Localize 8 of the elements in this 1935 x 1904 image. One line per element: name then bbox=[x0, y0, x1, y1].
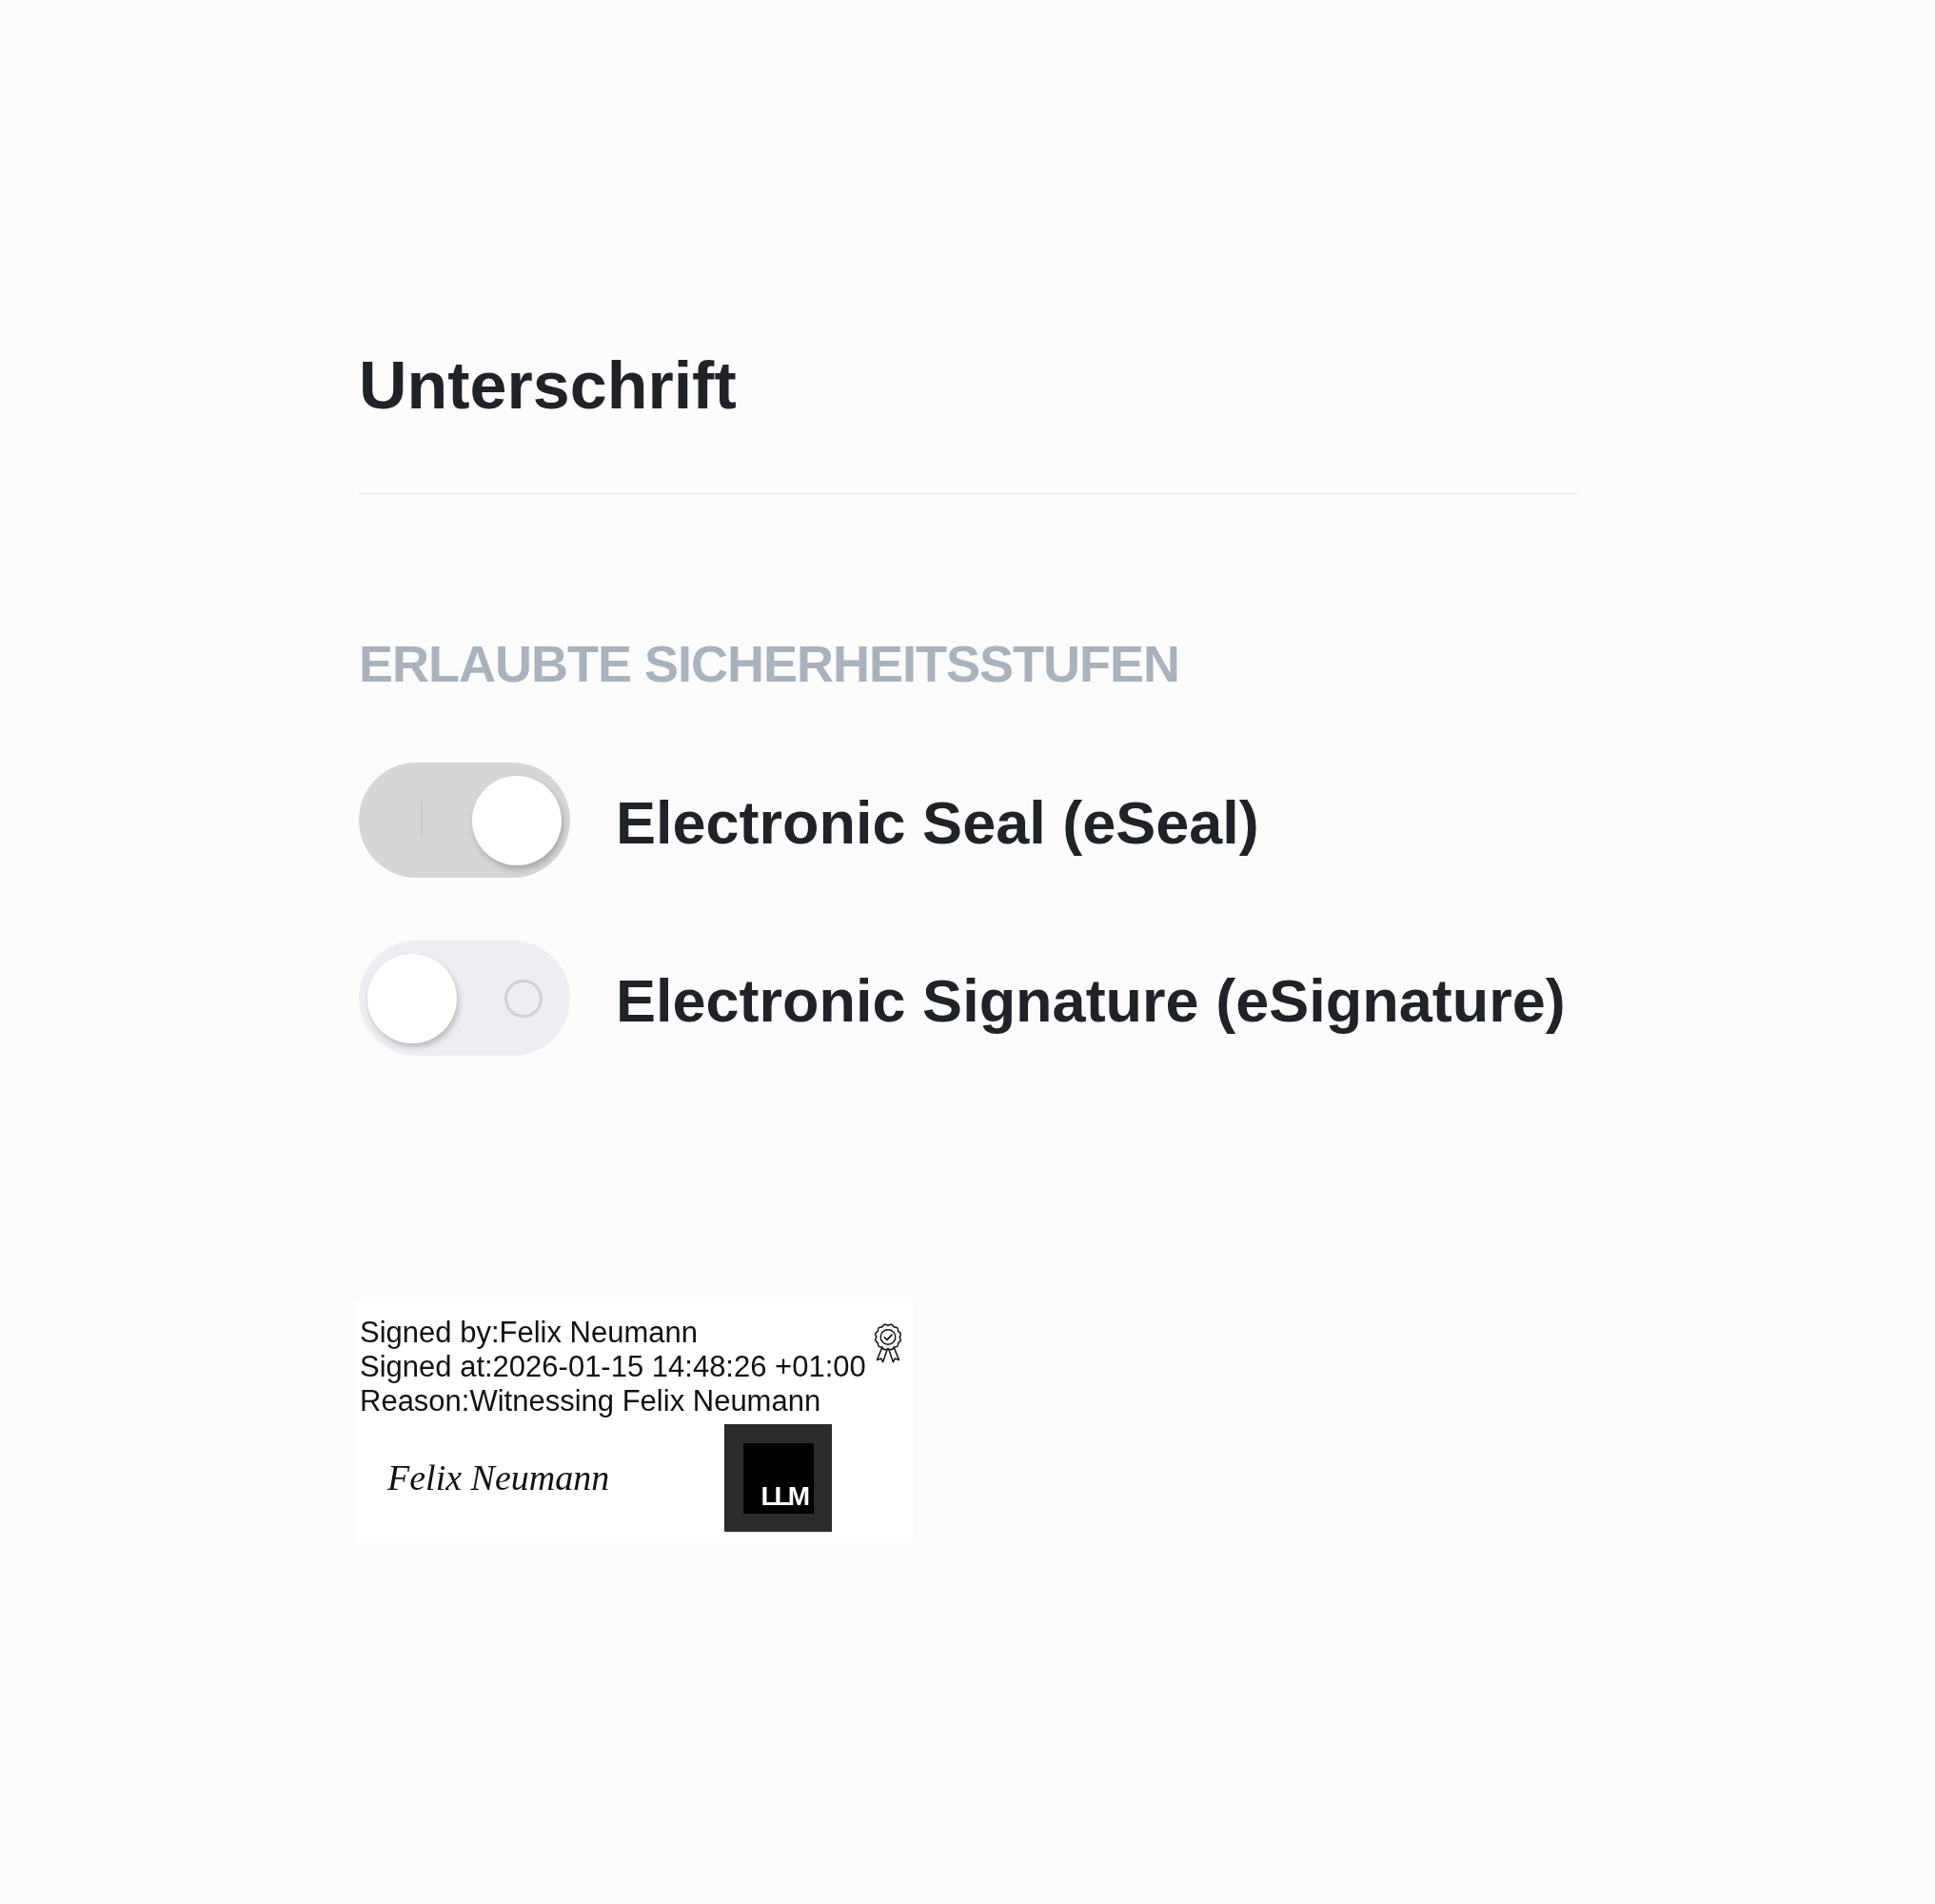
page-title: Unterschrift bbox=[359, 352, 738, 419]
section-heading: ERLAUBTE SICHERHEITSSTUFEN bbox=[359, 638, 1181, 689]
stamp-text: Signed by:Felix Neumann bbox=[360, 1316, 699, 1350]
stamp-text: Signed at:2026-01-15 14:48:26 +01:00 bbox=[360, 1350, 866, 1384]
stamp-text: Reason:Witnessing Felix Neumann bbox=[360, 1384, 822, 1418]
logo: LLM bbox=[724, 1424, 832, 1532]
handwritten-signature: Felix Neumann bbox=[387, 1458, 610, 1498]
circle-icon bbox=[504, 980, 543, 1018]
